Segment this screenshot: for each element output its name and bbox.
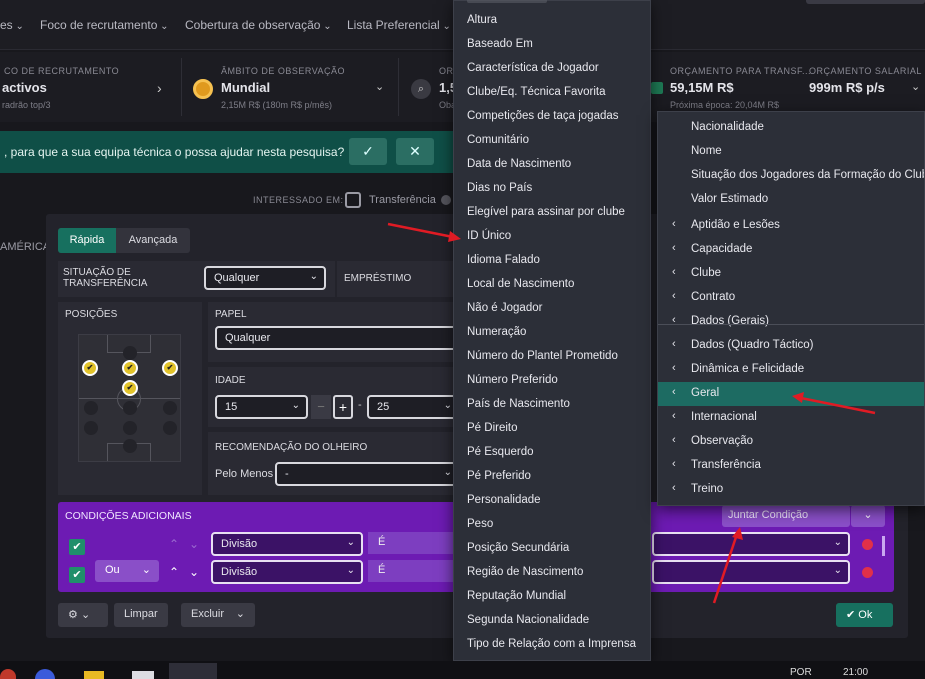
- clock[interactable]: 21:00: [843, 667, 868, 678]
- annotation-arrow-join: [712, 530, 740, 604]
- annotation-arrowhead: [792, 392, 804, 403]
- annotation-arrows: [387, 222, 876, 604]
- annotation-arrowhead: [448, 231, 461, 242]
- taskbar-app-icon[interactable]: [132, 671, 154, 679]
- folder-icon[interactable]: [84, 671, 104, 679]
- taskbar: POR 21:00: [0, 661, 925, 679]
- taskbar-active-app[interactable]: [169, 663, 217, 679]
- taskbar-app-icon[interactable]: [0, 669, 16, 679]
- language-indicator[interactable]: POR: [790, 667, 812, 678]
- annotation-arrow-general: [795, 395, 876, 415]
- annotation-arrowhead: [732, 527, 743, 540]
- annotation-arrow-id: [387, 222, 459, 240]
- taskbar-app-icon[interactable]: [35, 669, 55, 679]
